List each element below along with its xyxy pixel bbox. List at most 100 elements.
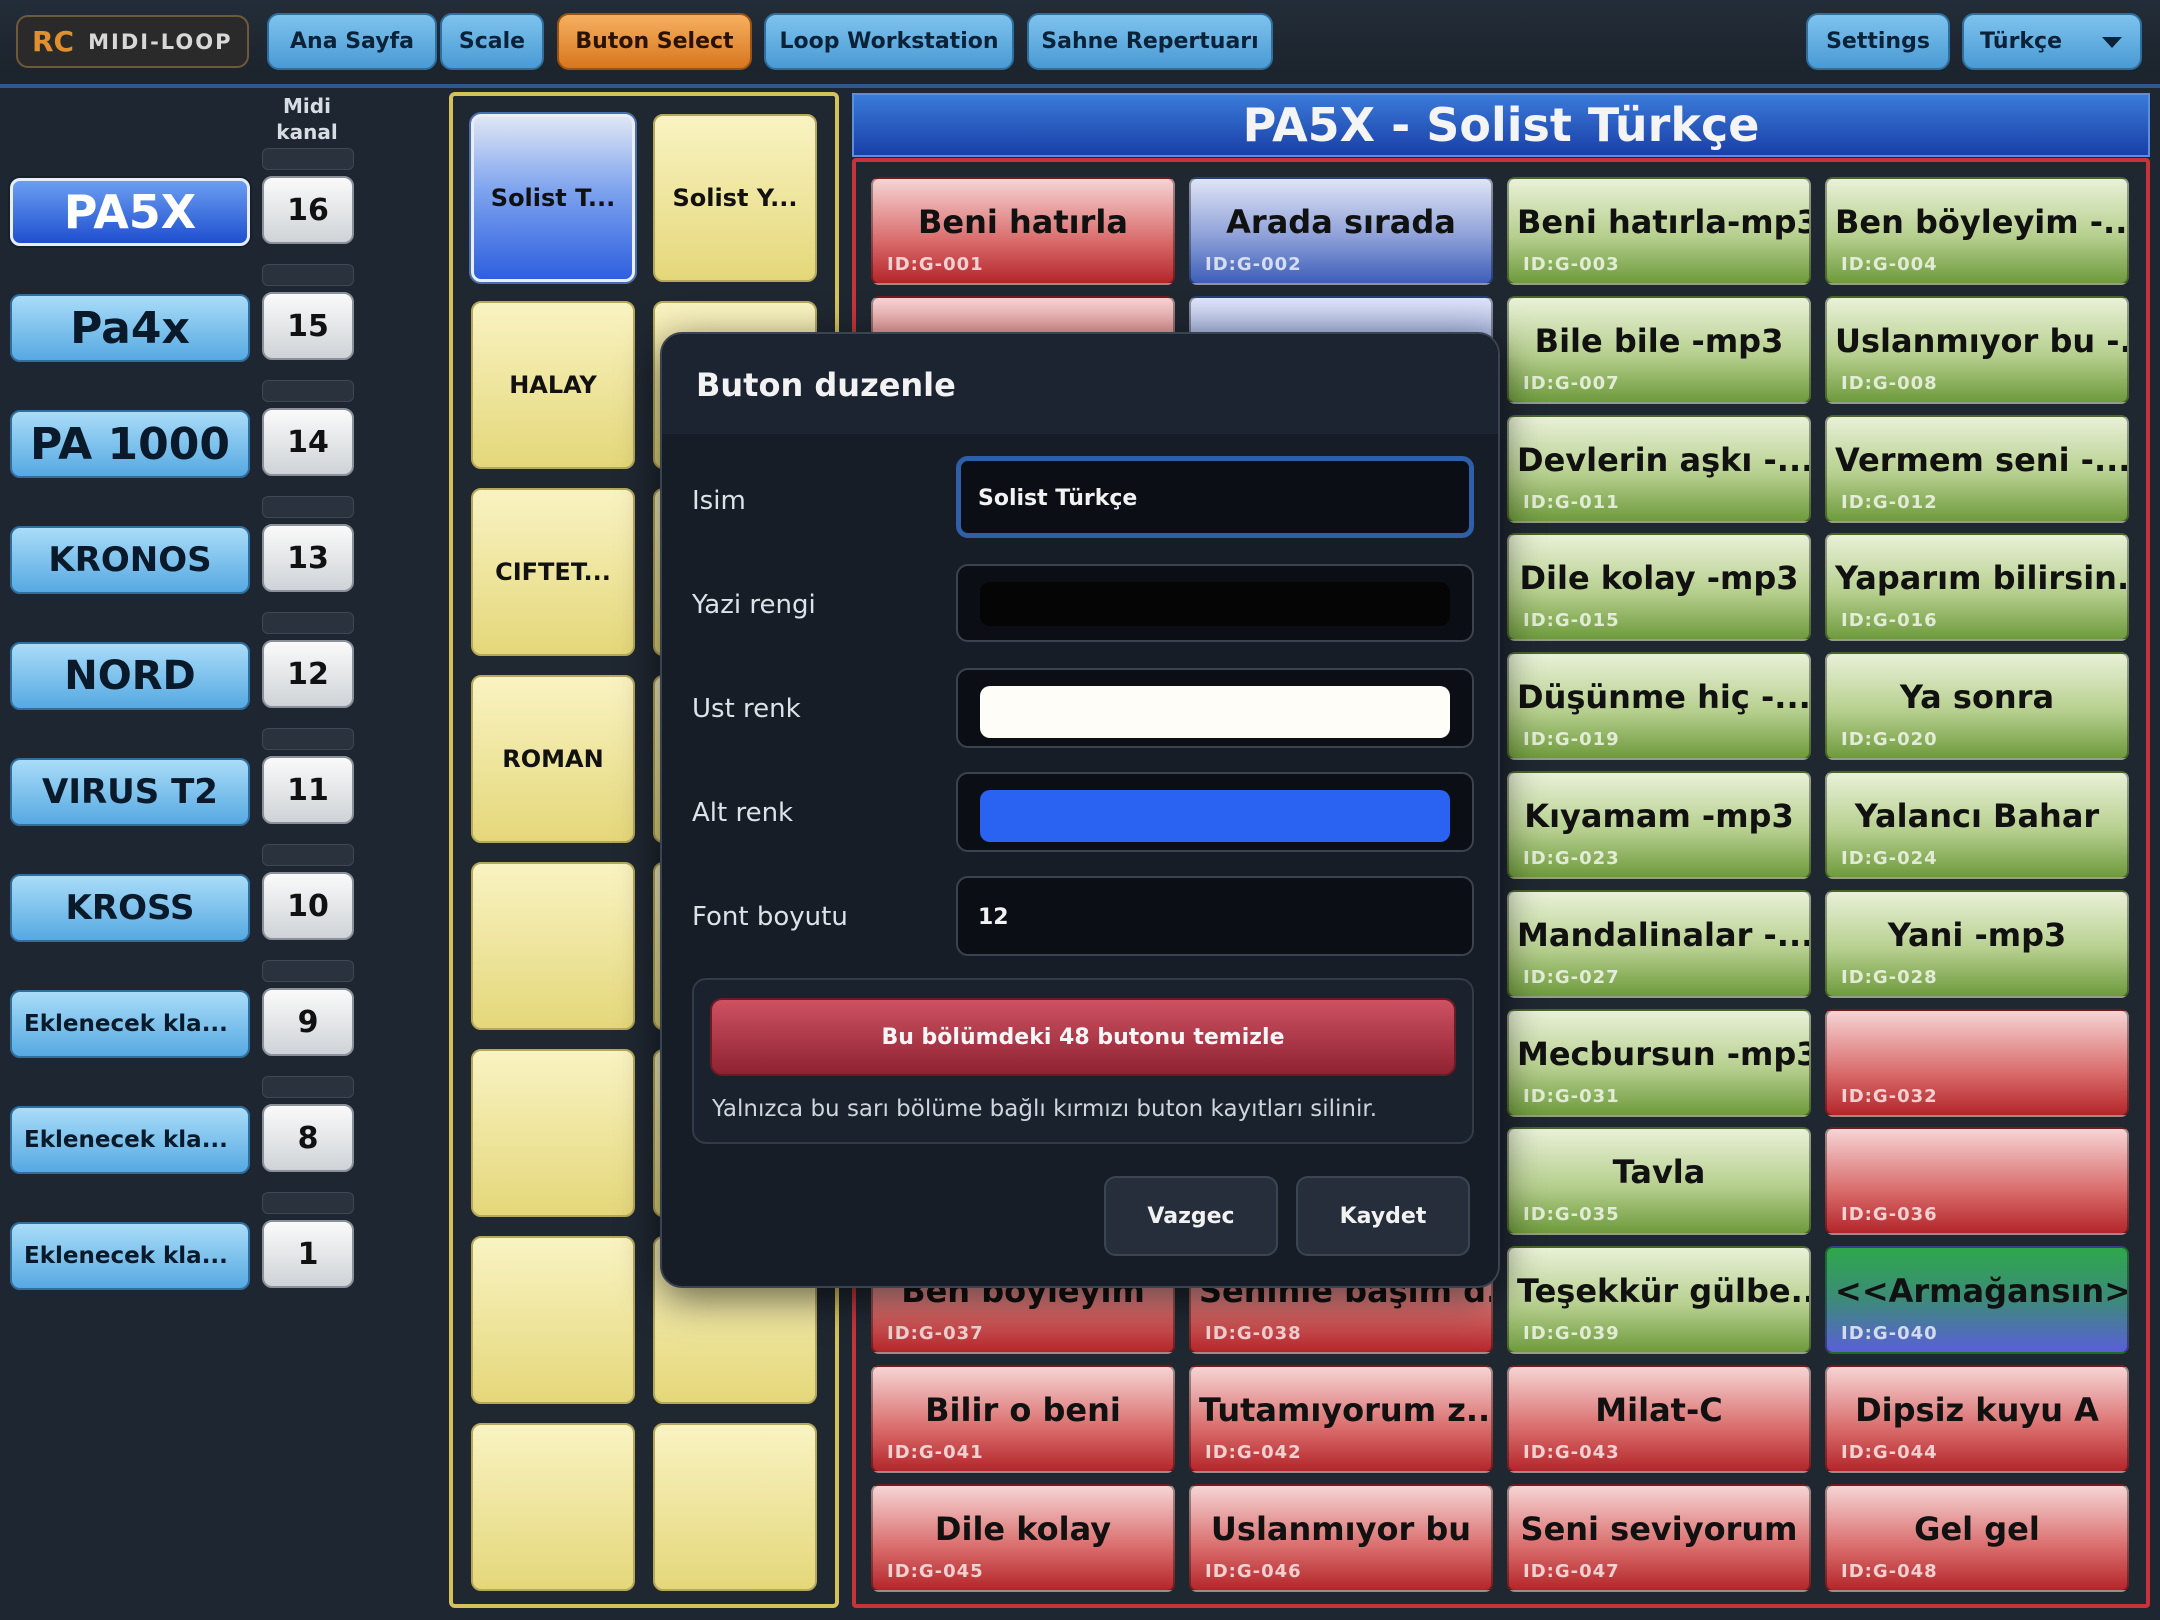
grid-button[interactable]: <<Armağansın>> ID:G-040 [1825,1246,2129,1355]
grid-button[interactable]: Bile bile -mp3 ID:G-007 [1507,295,1811,404]
channel-slot [262,264,354,286]
section-button[interactable] [471,1236,635,1404]
grid-button[interactable]: Ben böyleyim -... ID:G-004 [1825,177,2129,285]
section-button[interactable] [471,1423,635,1591]
grid-button[interactable]: Yaparım bilirsin... ID:G-016 [1825,533,2129,642]
section-button[interactable] [471,1049,635,1217]
save-button[interactable]: Kaydet [1296,1176,1470,1256]
grid-button-name: Milat-C [1595,1391,1723,1429]
clear-section: Bu bölümdeki 48 butonu temizle Yalnızca … [692,978,1474,1144]
font-size-input[interactable]: 12 [956,876,1474,956]
device-button[interactable]: Eklenecek kla... [10,990,250,1058]
grid-button-id: ID:G-039 [1523,1323,1620,1345]
top-color-swatch[interactable] [980,686,1450,738]
midi-channel-value[interactable]: 1 [262,1220,354,1288]
grid-button-id: ID:G-047 [1523,1560,1620,1582]
grid-button[interactable]: Ya sonra ID:G-020 [1825,652,2129,761]
midi-channel-value[interactable]: 9 [262,988,354,1056]
grid-button[interactable]: Mecbursun -mp3 ID:G-031 [1507,1008,1811,1117]
text-color-swatch[interactable] [980,582,1450,626]
grid-button-name: Yalancı Bahar [1854,797,2100,835]
clear-buttons-button[interactable]: Bu bölümdeki 48 butonu temizle [710,998,1456,1076]
grid-button[interactable]: Arada sırada ID:G-002 [1189,177,1493,285]
grid-button-name: Düşünme hiç -... [1517,678,1809,717]
grid-button-name: Tutamıyorum z... [1199,1391,1491,1429]
grid-button[interactable]: Tavla ID:G-035 [1507,1127,1811,1236]
section-button[interactable]: Solist T... [471,114,635,282]
section-button[interactable]: Solist Y... [653,114,817,282]
section-button[interactable] [653,1423,817,1591]
channel-slot [262,496,354,518]
grid-button[interactable]: Dipsiz kuyu A ID:G-044 [1825,1365,2129,1473]
grid-button[interactable]: Düşünme hiç -... ID:G-019 [1507,652,1811,761]
device-button[interactable]: PA5X [10,178,250,246]
grid-button-id: ID:G-027 [1523,966,1620,988]
nav-loop-workstation[interactable]: Loop Workstation [764,13,1014,70]
grid-button[interactable]: Vermem seni -... ID:G-012 [1825,414,2129,523]
grid-button-name: Ben böyleyim -... [1835,203,2127,241]
midi-channel-value[interactable]: 10 [262,872,354,940]
top-color-label: Ust renk [692,694,801,724]
grid-button[interactable]: Yalancı Bahar ID:G-024 [1825,771,2129,879]
nav-scale[interactable]: Scale [440,13,544,70]
bottom-color-field[interactable] [956,772,1474,852]
grid-button[interactable]: ID:G-036 [1825,1127,2129,1236]
section-button[interactable] [471,862,635,1030]
grid-button[interactable]: Seni seviyorum ID:G-047 [1507,1483,1811,1592]
settings-button[interactable]: Settings [1806,13,1950,70]
grid-button[interactable]: Milat-C ID:G-043 [1507,1365,1811,1473]
midi-channel-value[interactable]: 15 [262,292,354,360]
section-button[interactable]: CIFTET... [471,488,635,656]
channel-slot [262,728,354,750]
grid-button[interactable]: Beni hatırla-mp3 ID:G-003 [1507,177,1811,285]
midi-channel-value[interactable]: 13 [262,524,354,592]
device-button[interactable]: KRONOS [10,526,250,594]
grid-button[interactable]: Dile kolay ID:G-045 [871,1483,1175,1592]
nav-buton-select[interactable]: Buton Select [557,13,752,70]
grid-button[interactable]: Bilir o beni ID:G-041 [871,1365,1175,1473]
device-button[interactable]: Eklenecek kla... [10,1106,250,1174]
midi-channel-value[interactable]: 8 [262,1104,354,1172]
grid-button[interactable]: Dile kolay -mp3 ID:G-015 [1507,533,1811,642]
section-button[interactable]: ROMAN [471,675,635,843]
text-color-field[interactable] [956,564,1474,642]
nav-sahne-repertuari[interactable]: Sahne Repertuarı [1027,13,1273,70]
bottom-color-swatch[interactable] [980,790,1450,842]
grid-button[interactable]: Beni hatırla ID:G-001 [871,177,1175,285]
name-input[interactable]: Solist Türkçe [956,456,1474,538]
grid-button[interactable]: Devlerin aşkı -... ID:G-011 [1507,414,1811,523]
grid-button-id: ID:G-040 [1841,1323,1938,1345]
grid-button[interactable]: Mandalinalar -... ID:G-027 [1507,889,1811,998]
chevron-down-icon [2102,37,2122,48]
device-button[interactable]: NORD [10,642,250,710]
grid-button[interactable]: Teşekkür gülbe... ID:G-039 [1507,1246,1811,1355]
device-button[interactable]: PA 1000 [10,410,250,478]
logo-rc: RC [32,25,75,58]
grid-button-id: ID:G-019 [1523,729,1620,751]
nav-ana-sayfa[interactable]: Ana Sayfa [267,13,437,70]
section-button[interactable]: HALAY [471,301,635,469]
grid-button[interactable]: ID:G-032 [1825,1008,2129,1117]
device-button[interactable]: Eklenecek kla... [10,1222,250,1290]
grid-button[interactable]: Tutamıyorum z... ID:G-042 [1189,1365,1493,1473]
midi-channel-value[interactable]: 12 [262,640,354,708]
device-button[interactable]: VIRUS T2 [10,758,250,826]
grid-button-id: ID:G-011 [1523,491,1620,513]
midi-channel-value[interactable]: 11 [262,756,354,824]
top-color-field[interactable] [956,668,1474,748]
language-select[interactable]: Türkçe [1962,13,2142,70]
grid-button[interactable]: Gel gel ID:G-048 [1825,1483,2129,1592]
grid-button[interactable]: Uslanmıyor bu -... ID:G-008 [1825,295,2129,404]
grid-button-name: Gel gel [1914,1509,2040,1548]
grid-button[interactable]: Uslanmıyor bu ID:G-046 [1189,1483,1493,1592]
grid-button-id: ID:G-044 [1841,1442,1938,1463]
channel-slot [262,960,354,982]
midi-channel-value[interactable]: 14 [262,408,354,476]
cancel-button[interactable]: Vazgec [1104,1176,1278,1256]
grid-button[interactable]: Kıyamam -mp3 ID:G-023 [1507,771,1811,879]
device-button[interactable]: Pa4x [10,294,250,362]
grid-button[interactable]: Yani -mp3 ID:G-028 [1825,889,2129,998]
midi-channel-value[interactable]: 16 [262,176,354,244]
top-bar: RC MIDI-LOOP Ana Sayfa Scale Buton Selec… [0,0,2160,88]
device-button[interactable]: KROSS [10,874,250,942]
